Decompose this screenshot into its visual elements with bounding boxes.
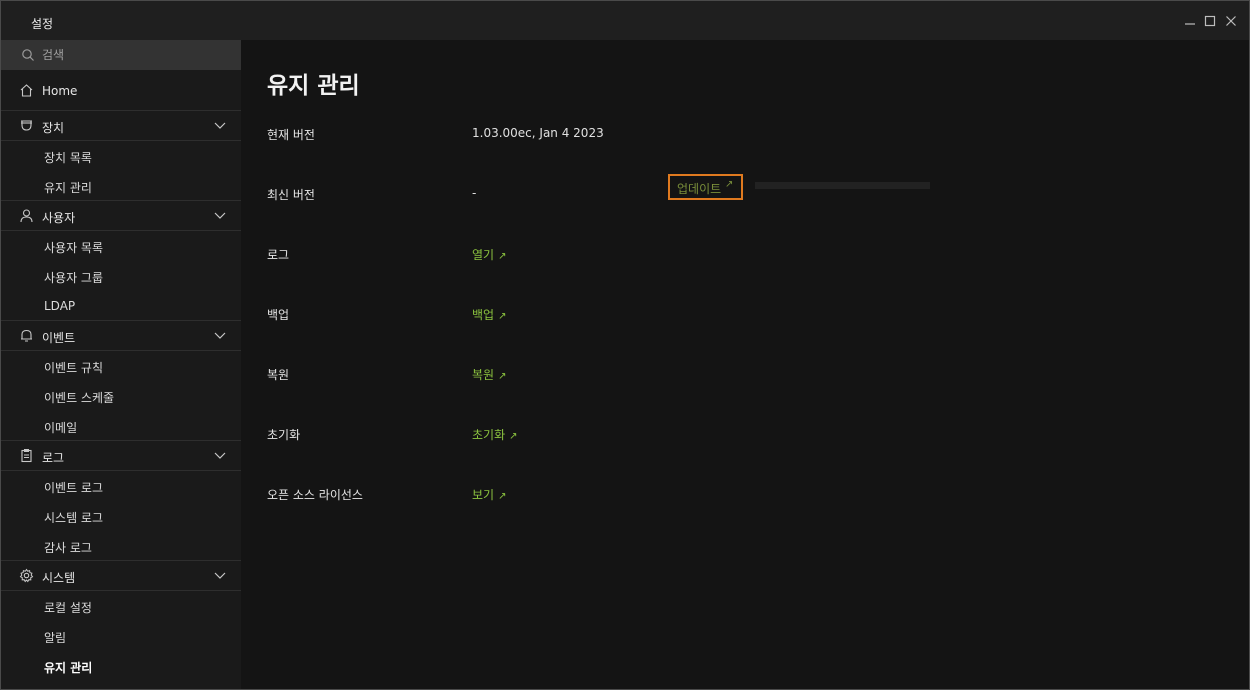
backup-row: 백업 백업 ↗ [242, 298, 1242, 328]
restore-label: 복원 [267, 368, 290, 382]
chevron-down-icon[interactable] [213, 330, 227, 342]
external-link-icon: ↗ [498, 371, 507, 382]
chevron-down-icon[interactable] [213, 120, 227, 132]
chevron-down-icon[interactable] [213, 450, 227, 462]
update-button-label: 업데이트 [677, 182, 722, 196]
sidebar-item-audit-log[interactable]: 감사 로그 [1, 531, 241, 561]
sidebar-item-email[interactable]: 이메일 [1, 411, 241, 441]
sidebar-group-label: 시스템 [42, 571, 76, 585]
sidebar-item-label: 로컬 설정 [44, 601, 92, 615]
sidebar-item-label: 사용자 목록 [44, 241, 104, 255]
sidebar-item-ldap[interactable]: LDAP [1, 291, 241, 321]
settings-window: 설정 Home 장 [0, 0, 1250, 690]
sidebar-item-event-schedule[interactable]: 이벤트 스케줄 [1, 381, 241, 411]
sidebar-item-device-list[interactable]: 장치 목록 [1, 141, 241, 171]
clipboard-icon [19, 448, 34, 463]
sidebar-group-label: 로그 [42, 451, 65, 465]
license-label: 오픈 소스 라이선스 [267, 488, 363, 502]
sidebar-group-log[interactable]: 로그 [1, 441, 241, 471]
page-title: 유지 관리 [267, 73, 360, 99]
external-link-icon: ↗ [498, 491, 507, 502]
sidebar-item-home[interactable]: Home [1, 76, 241, 106]
restore-link[interactable]: 복원 ↗ [472, 366, 506, 383]
backup-label: 백업 [267, 308, 290, 322]
current-version-row: 현재 버전 1.03.00ec, Jan 4 2023 [242, 118, 1242, 148]
sidebar-group-label: 장치 [42, 121, 65, 135]
title-bar: 설정 [1, 1, 1249, 40]
search-input[interactable] [42, 45, 232, 65]
external-link-icon: ↗ [498, 251, 507, 262]
sidebar-group-user[interactable]: 사용자 [1, 201, 241, 231]
current-version-value: 1.03.00ec, Jan 4 2023 [472, 126, 604, 140]
restore-link-label: 복원 [472, 368, 495, 382]
user-icon [19, 208, 34, 223]
external-link-icon: ↗ [725, 179, 734, 190]
sidebar-item-label: LDAP [44, 299, 76, 313]
sidebar-item-label: 알림 [44, 631, 67, 645]
sidebar-item-label: Home [42, 84, 78, 98]
sidebar-item-user-list[interactable]: 사용자 목록 [1, 231, 241, 261]
maximize-icon[interactable] [1200, 11, 1220, 31]
sidebar-item-local-settings[interactable]: 로컬 설정 [1, 591, 241, 621]
chevron-down-icon[interactable] [213, 570, 227, 582]
view-license-link-label: 보기 [472, 488, 495, 502]
log-label: 로그 [267, 248, 290, 262]
sidebar-item-label: 이벤트 로그 [44, 481, 104, 495]
sidebar-group-system[interactable]: 시스템 [1, 561, 241, 591]
chevron-down-icon[interactable] [213, 210, 227, 222]
sidebar-group-label: 이벤트 [42, 331, 76, 345]
sidebar-group-event[interactable]: 이벤트 [1, 321, 241, 351]
update-progress-bar [755, 182, 930, 189]
log-row: 로그 열기 ↗ [242, 238, 1242, 268]
external-link-icon: ↗ [498, 311, 507, 322]
reset-link[interactable]: 초기화 ↗ [472, 426, 518, 443]
sidebar-item-label: 유지 관리 [44, 181, 92, 195]
current-version-label: 현재 버전 [267, 128, 315, 142]
reset-row: 초기화 초기화 ↗ [242, 418, 1242, 448]
reset-label: 초기화 [267, 428, 301, 442]
reset-link-label: 초기화 [472, 428, 506, 442]
sidebar-item-notifications[interactable]: 알림 [1, 621, 241, 651]
sidebar-item-label: 사용자 그룹 [44, 271, 104, 285]
sidebar-item-label: 이메일 [44, 421, 78, 435]
backup-link[interactable]: 백업 ↗ [472, 306, 506, 323]
open-log-link[interactable]: 열기 ↗ [472, 246, 506, 263]
minimize-icon[interactable] [1180, 11, 1200, 31]
sidebar-item-label: 시스템 로그 [44, 511, 104, 525]
sidebar-item-label: 감사 로그 [44, 541, 92, 555]
search-box[interactable] [1, 40, 241, 70]
sidebar-item-device-maintenance[interactable]: 유지 관리 [1, 171, 241, 201]
gear-icon [19, 568, 34, 583]
backup-link-label: 백업 [472, 308, 495, 322]
sidebar-item-event-rules[interactable]: 이벤트 규칙 [1, 351, 241, 381]
bell-icon [19, 328, 34, 343]
open-log-link-label: 열기 [472, 248, 495, 262]
view-license-link[interactable]: 보기 ↗ [472, 486, 506, 503]
window-title: 설정 [31, 17, 54, 31]
sidebar-item-label: 유지 관리 [44, 661, 93, 675]
sidebar-item-label: 이벤트 스케줄 [44, 391, 115, 405]
latest-version-value: - [472, 186, 477, 200]
sidebar-item-maintenance[interactable]: 유지 관리 [1, 651, 241, 681]
sidebar-group-device[interactable]: 장치 [1, 111, 241, 141]
update-button[interactable]: 업데이트 ↗ [668, 174, 743, 200]
device-icon [19, 118, 34, 133]
sidebar-item-label: 장치 목록 [44, 151, 92, 165]
search-icon [21, 48, 35, 62]
sidebar-item-user-group[interactable]: 사용자 그룹 [1, 261, 241, 291]
main-content: 유지 관리 현재 버전 1.03.00ec, Jan 4 2023 최신 버전 … [242, 40, 1249, 689]
external-link-icon: ↗ [509, 431, 518, 442]
close-icon[interactable] [1221, 11, 1241, 31]
home-icon [19, 83, 34, 98]
sidebar-group-label: 사용자 [42, 211, 76, 225]
latest-version-label: 최신 버전 [267, 188, 315, 202]
restore-row: 복원 복원 ↗ [242, 358, 1242, 388]
sidebar: Home 장치 장치 목록 유지 관리 사용자 사용자 [1, 40, 241, 689]
sidebar-item-label: 이벤트 규칙 [44, 361, 104, 375]
sidebar-item-event-log[interactable]: 이벤트 로그 [1, 471, 241, 501]
sidebar-item-system-log[interactable]: 시스템 로그 [1, 501, 241, 531]
license-row: 오픈 소스 라이선스 보기 ↗ [242, 478, 1242, 508]
